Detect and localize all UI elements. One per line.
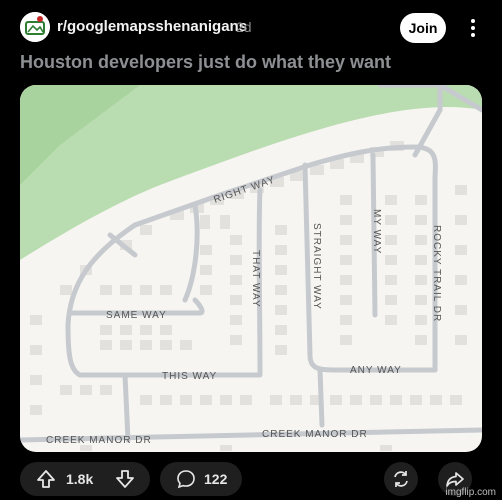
vote-pill: 1.8k xyxy=(20,462,150,496)
label-straight-way: STRAIGHT WAY xyxy=(311,223,322,310)
subreddit-name[interactable]: r/googlemapsshenanigans xyxy=(57,18,247,35)
comment-icon[interactable] xyxy=(174,462,198,496)
post-age: 2d xyxy=(236,19,252,35)
label-any-way: ANY WAY xyxy=(350,365,402,376)
map-image[interactable]: RIGHT WAY THAT WAY STRAIGHT WAY MY WAY R… xyxy=(20,85,482,452)
comments-button[interactable]: 122 xyxy=(160,462,242,496)
post-title[interactable]: Houston developers just do what they wan… xyxy=(20,52,391,73)
label-right-way: RIGHT WAY xyxy=(212,174,276,205)
comment-count: 122 xyxy=(204,471,228,487)
post-header: r/googlemapsshenanigans 2d Join xyxy=(0,0,502,50)
repost-icon[interactable] xyxy=(384,462,418,496)
action-bar: 1.8k 122 imgflip.com xyxy=(0,459,502,500)
label-rocky-trail: ROCKY TRAIL DR xyxy=(431,225,442,322)
upvote-count: 1.8k xyxy=(66,471,94,487)
upvote-icon[interactable] xyxy=(28,462,64,496)
label-creek-manor-right: CREEK MANOR DR xyxy=(262,429,368,440)
road-same-way-curve xyxy=(182,202,200,303)
downvote-icon[interactable] xyxy=(107,462,143,496)
label-same-way: SAME WAY xyxy=(106,310,167,321)
label-that-way: THAT WAY xyxy=(250,250,261,308)
label-this-way: THIS WAY xyxy=(162,371,217,382)
map-canvas: RIGHT WAY THAT WAY STRAIGHT WAY MY WAY R… xyxy=(20,85,482,451)
label-my-way: MY WAY xyxy=(371,209,382,254)
watermark: imgflip.com xyxy=(445,487,496,498)
join-button[interactable]: Join xyxy=(400,13,446,43)
subreddit-avatar[interactable] xyxy=(20,12,50,42)
more-options-icon[interactable] xyxy=(463,16,483,40)
label-creek-manor-left: CREEK MANOR DR xyxy=(46,435,152,446)
